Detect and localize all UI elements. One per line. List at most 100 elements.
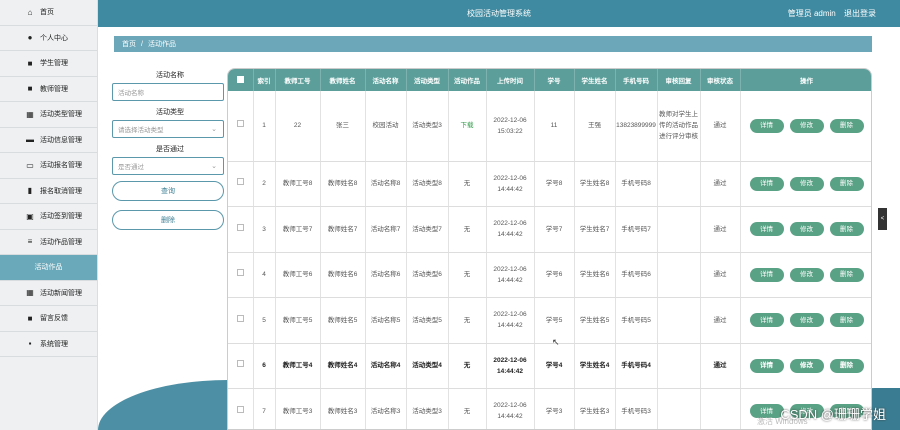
sidebar-item-7[interactable]: ▮ 报名取消管理	[0, 179, 97, 204]
chevron-down-icon: ⌄	[211, 126, 217, 133]
column-header: 教师工号	[275, 69, 321, 91]
table-cell: 无	[448, 206, 487, 253]
row-select-cell	[228, 206, 254, 253]
sidebar-item-label: 教师管理	[40, 85, 68, 93]
edit-button[interactable]: 修改	[789, 176, 824, 191]
table-cell: 教师姓名3	[320, 388, 366, 429]
sidebar-item-2[interactable]: ■ 学生管理	[0, 51, 97, 77]
logout-link[interactable]: 退出登录	[844, 9, 876, 18]
pass-select[interactable]: 是否通过 ⌄	[112, 157, 224, 175]
row-checkbox[interactable]	[236, 178, 244, 186]
detail-button[interactable]: 详情	[749, 358, 784, 373]
user-area: 管理员 admin 退出登录	[782, 8, 876, 19]
sidebar-item-0[interactable]: ⌂ 首页	[0, 0, 97, 26]
edit-button[interactable]: 修改	[789, 222, 824, 237]
grid-icon: ■	[27, 84, 33, 94]
table-cell: 2022-12-06 15:03:22	[486, 91, 535, 162]
table-cell: 无	[448, 252, 487, 298]
delete-button[interactable]: 删除	[829, 118, 864, 133]
activity-name-input[interactable]: 活动名称	[112, 83, 224, 101]
column-header: 活动作品	[448, 69, 487, 91]
column-header: 操作	[740, 69, 871, 91]
batch-delete-button[interactable]: 删除	[112, 210, 224, 230]
table-row[interactable]: 4 教师工号6 教师姓名6 活动名称6 活动类型6 无 2022-12-06 14:44:4…	[228, 252, 871, 298]
row-checkbox[interactable]	[236, 269, 244, 277]
sidebar-item-9[interactable]: ≡ 活动作品管理	[0, 230, 97, 255]
sidebar-item-1[interactable]: ● 个人中心	[0, 26, 97, 51]
table-row[interactable]: 6 教师工号4 教师姓名4 活动名称4 活动类型4 无 2022-12-06 14:44:4…	[228, 343, 871, 389]
table-cell: 学生姓名8	[574, 161, 616, 207]
detail-button[interactable]: 详情	[749, 313, 784, 328]
breadcrumb-home[interactable]: 首页	[122, 39, 136, 49]
delete-button[interactable]: 删除	[829, 267, 864, 282]
detail-button[interactable]: 详情	[749, 222, 784, 237]
sidebar-item-10[interactable]: 活动作品	[0, 255, 97, 281]
sidebar-item-5[interactable]: ▬ 活动信息管理	[0, 128, 97, 153]
sidebar-item-label: 学生管理	[40, 60, 68, 68]
delete-button[interactable]: 删除	[829, 176, 864, 191]
row-checkbox[interactable]	[236, 405, 244, 413]
collapse-handle[interactable]: <	[878, 208, 887, 230]
table-row[interactable]: 1 22 张三 校园活动 活动类型3 下载 2022-12-06 15:03:22 11 王强 1…	[228, 91, 871, 162]
edit-button[interactable]: 修改	[789, 313, 824, 328]
edit-button[interactable]: 修改	[789, 358, 824, 373]
sidebar-item-label: 活动新闻管理	[40, 289, 82, 297]
delete-button[interactable]: 删除	[829, 313, 864, 328]
activity-type-select[interactable]: 请选择活动类型 ⌄	[112, 120, 224, 138]
sidebar-item-13[interactable]: ▪ 系统管理	[0, 332, 97, 357]
table-cell: 2022-12-06 14:44:42	[486, 343, 535, 389]
table-cell: 2022-12-06 14:44:42	[486, 161, 535, 207]
monitor-icon: ▬	[26, 135, 34, 145]
detail-button[interactable]: 详情	[749, 118, 784, 133]
actions-cell: 详情 修改 删除	[740, 297, 871, 344]
sidebar-item-11[interactable]: ▦ 活动新闻管理	[0, 281, 97, 306]
sidebar-item-6[interactable]: ▭ 活动报名管理	[0, 153, 97, 179]
edit-button[interactable]: 修改	[789, 118, 824, 133]
table-cell: 学号7	[534, 206, 575, 253]
detail-button[interactable]: 详情	[749, 267, 784, 282]
edit-button[interactable]: 修改	[789, 267, 824, 282]
pass-placeholder: 是否通过	[118, 164, 144, 171]
table-cell: 活动类型3	[406, 388, 449, 429]
table-row[interactable]: 3 教师工号7 教师姓名7 活动名称7 活动类型7 无 2022-12-06 14:44:4…	[228, 206, 871, 253]
sidebar-item-8[interactable]: ▣ 活动签到管理	[0, 204, 97, 230]
sliders-icon: ≡	[27, 237, 33, 247]
sidebar-item-label: 个人中心	[40, 34, 68, 42]
table-cell: 13823899999	[615, 91, 658, 162]
row-checkbox[interactable]	[236, 360, 244, 368]
top-bar: 校园活动管理系统 管理员 admin 退出登录	[98, 0, 900, 27]
grid-icon: ■	[27, 58, 33, 68]
column-header: 教师姓名	[320, 69, 366, 91]
user-label: 管理员 admin	[787, 9, 836, 18]
activity-type-label: 活动类型	[156, 109, 184, 116]
sidebar-item-12[interactable]: ■ 留言反馈	[0, 306, 97, 332]
table-row[interactable]: 5 教师工号5 教师姓名5 活动名称5 活动类型5 无 2022-12-06 14:44:4…	[228, 297, 871, 344]
sidebar-item-3[interactable]: ■ 教师管理	[0, 77, 97, 102]
delete-button[interactable]: 删除	[829, 222, 864, 237]
select-all-checkbox[interactable]	[236, 75, 244, 83]
actions-cell: 详情 修改 删除	[740, 161, 871, 207]
table-cell: 王强	[574, 91, 616, 162]
table-cell: 2022-12-06 14:44:42	[486, 252, 535, 298]
actions-cell: 详情 修改 删除	[740, 91, 871, 162]
bar-chart-icon: ▮	[27, 186, 33, 196]
breadcrumb: 首页 / 活动作品	[114, 36, 872, 52]
sidebar: ⌂ 首页 ● 个人中心 ■ 学生管理 ■ 教师管理 ▦ 活动类型管理 ▬ 活动信息管理 ▭ 活动报名管理 ▮…	[0, 0, 98, 430]
table-cell: 通过	[700, 91, 741, 162]
table-cell	[657, 252, 701, 298]
delete-button[interactable]: 删除	[829, 358, 864, 373]
column-header: 审核回复	[657, 69, 701, 91]
table-cell: 活动名称5	[365, 297, 407, 344]
row-checkbox[interactable]	[236, 314, 244, 322]
sidebar-item-4[interactable]: ▦ 活动类型管理	[0, 102, 97, 128]
row-checkbox[interactable]	[236, 223, 244, 231]
table-cell: 活动类型4	[406, 343, 449, 389]
sidebar-item-label: 活动类型管理	[40, 111, 82, 119]
table-row[interactable]: 2 教师工号8 教师姓名8 活动名称8 活动类型8 无 2022-12-06 14:44:4…	[228, 161, 871, 207]
query-button[interactable]: 查询	[112, 181, 224, 201]
detail-button[interactable]: 详情	[749, 176, 784, 191]
table-cell[interactable]: 下载	[448, 91, 487, 162]
table-cell: 活动类型3	[406, 91, 449, 162]
table-cell: 活动名称8	[365, 161, 407, 207]
row-checkbox[interactable]	[236, 120, 244, 128]
